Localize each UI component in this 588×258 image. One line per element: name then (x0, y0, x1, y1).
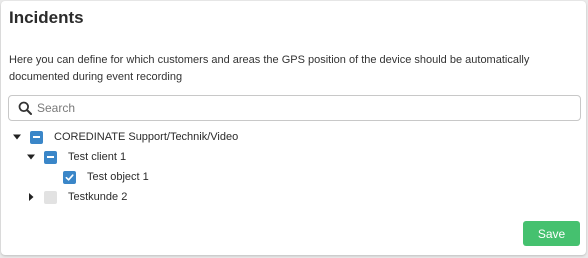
tree-checkbox-partial[interactable] (30, 130, 43, 144)
tree-item-label: Testkunde 2 (68, 191, 128, 203)
tree-item-coredinate[interactable]: COREDINATE Support/Technik/Video (10, 128, 238, 146)
search-box[interactable] (8, 95, 581, 121)
expand-caret-icon[interactable] (10, 128, 24, 146)
collapse-caret-icon[interactable] (24, 188, 38, 206)
save-button[interactable]: Save (523, 221, 580, 246)
tree-checkbox-partial[interactable] (44, 150, 57, 164)
tree-checkbox-unchecked[interactable] (44, 190, 57, 204)
incidents-panel: Incidents Here you can define for which … (1, 1, 586, 255)
tree-item-test-client-1[interactable]: Test client 1 (24, 148, 126, 166)
panel-description: Here you can define for which customers … (9, 54, 530, 83)
tree-item-label: Test client 1 (68, 151, 127, 163)
checkmark-icon (65, 173, 74, 181)
panel-title: Incidents (9, 8, 84, 27)
tree-item-testkunde-2[interactable]: Testkunde 2 (24, 188, 127, 206)
tree-item-label: Test object 1 (87, 171, 149, 183)
tree-checkbox-checked[interactable] (63, 170, 76, 184)
search-icon (18, 101, 32, 115)
search-input[interactable] (35, 98, 565, 118)
tree-item-label: COREDINATE Support/Technik/Video (54, 131, 239, 143)
tree-item-test-object-1[interactable]: Test object 1 (58, 168, 149, 186)
expand-caret-icon[interactable] (24, 148, 38, 166)
